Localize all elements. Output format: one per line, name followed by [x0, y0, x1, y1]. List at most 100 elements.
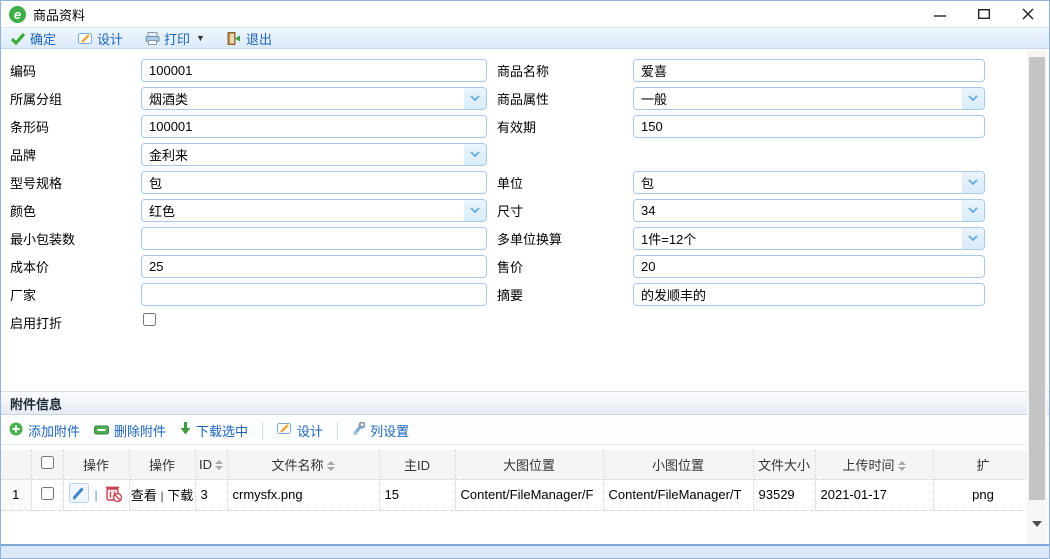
form-row: 条形码 有效期: [1, 112, 1027, 140]
field-label-enable-discount: 启用打折: [1, 313, 141, 332]
header-op1[interactable]: 操作: [63, 450, 129, 479]
brand-select[interactable]: [141, 143, 487, 166]
summary-input[interactable]: [633, 283, 985, 306]
size-select[interactable]: [633, 199, 985, 222]
product-info-window: e 商品资料 确定 设计 打印 ▼ 退出 编码: [0, 0, 1050, 559]
download-arrow-icon: [180, 422, 191, 438]
chevron-down-icon[interactable]: [962, 88, 984, 109]
column-settings-button[interactable]: 列设置: [352, 421, 409, 440]
header-row-number: [1, 450, 31, 479]
title-bar: e 商品资料: [1, 1, 1049, 27]
vertical-scrollbar[interactable]: [1027, 50, 1047, 545]
cell-file-size: 93529: [753, 479, 815, 510]
cell-small-path: Content/FileManager/T: [603, 479, 753, 510]
print-button[interactable]: 打印 ▼: [145, 29, 205, 48]
cell-id: 3: [195, 479, 227, 510]
scrollbar-thumb[interactable]: [1029, 57, 1045, 500]
download-selected-button[interactable]: 下载选中: [180, 421, 248, 440]
main-toolbar: 确定 设计 打印 ▼ 退出: [1, 27, 1049, 49]
close-button[interactable]: [1015, 3, 1041, 25]
chevron-down-icon[interactable]: [464, 200, 486, 221]
form-row: 启用打折: [1, 308, 1027, 336]
field-label-product-name: 商品名称: [487, 61, 633, 80]
cost-price-input[interactable]: [141, 255, 487, 278]
field-label-unit: 单位: [487, 173, 633, 192]
minimize-button[interactable]: [927, 3, 953, 25]
scrollbar-down-arrow[interactable]: [1027, 514, 1047, 534]
field-label-summary: 摘要: [487, 285, 633, 304]
design-pencil-icon: [277, 422, 292, 438]
min-package-input[interactable]: [141, 227, 487, 250]
wrench-icon: [352, 422, 365, 439]
form-row: 品牌: [1, 140, 1027, 168]
printer-icon: [145, 32, 160, 45]
header-op2[interactable]: 操作: [129, 450, 195, 479]
view-link[interactable]: 查看: [131, 488, 157, 503]
field-label-min-package: 最小包装数: [1, 229, 141, 248]
field-label-attribute: 商品属性: [487, 89, 633, 108]
field-label-color: 颜色: [1, 201, 141, 220]
select-all-checkbox[interactable]: [41, 456, 54, 469]
maximize-button[interactable]: [971, 3, 997, 25]
chevron-down-icon[interactable]: [962, 172, 984, 193]
exit-button[interactable]: 退出: [227, 29, 272, 48]
delete-icon[interactable]: [103, 483, 123, 506]
spec-input[interactable]: [141, 171, 487, 194]
print-dropdown-caret[interactable]: ▼: [196, 33, 205, 43]
download-link[interactable]: 下载: [167, 488, 193, 503]
edit-icon[interactable]: [69, 483, 89, 506]
window-bottom-frame: [1, 544, 1049, 558]
header-filename[interactable]: 文件名称: [227, 450, 379, 479]
add-attachment-button[interactable]: 添加附件: [9, 421, 80, 440]
header-small-path[interactable]: 小图位置: [603, 450, 753, 479]
field-label-size: 尺寸: [487, 201, 633, 220]
row-number: 1: [1, 479, 31, 510]
row-op-links: 查看 | 下载: [129, 479, 195, 510]
header-big-path[interactable]: 大图位置: [455, 450, 603, 479]
product-name-input[interactable]: [633, 59, 985, 82]
multi-unit-select[interactable]: [633, 227, 985, 250]
color-select[interactable]: [141, 199, 487, 222]
manufacturer-input[interactable]: [141, 283, 487, 306]
group-select[interactable]: [141, 87, 487, 110]
code-input[interactable]: [141, 59, 487, 82]
chevron-down-icon[interactable]: [464, 88, 486, 109]
chevron-down-icon[interactable]: [464, 144, 486, 165]
field-label-validity: 有效期: [487, 117, 633, 136]
field-label-group: 所属分组: [1, 89, 141, 108]
window-title: 商品资料: [33, 5, 85, 24]
grid-design-button[interactable]: 设计: [277, 421, 323, 440]
barcode-input[interactable]: [141, 115, 487, 138]
app-icon: e: [9, 6, 26, 23]
header-id[interactable]: ID: [195, 450, 227, 479]
sort-icon: [898, 461, 906, 471]
toolbar-separator: [337, 422, 338, 439]
toolbar-separator: [262, 422, 263, 439]
form-row: 成本价 售价: [1, 252, 1027, 280]
field-label-brand: 品牌: [1, 145, 141, 164]
field-label-barcode: 条形码: [1, 117, 141, 136]
header-file-size[interactable]: 文件大小: [753, 450, 815, 479]
row-checkbox[interactable]: [41, 487, 54, 500]
cell-filename: crmysfx.png: [227, 479, 379, 510]
enable-discount-checkbox[interactable]: [143, 313, 156, 326]
field-label-cost-price: 成本价: [1, 257, 141, 276]
delete-attachment-button[interactable]: 删除附件: [94, 421, 166, 440]
header-ext[interactable]: 扩: [933, 450, 1029, 479]
field-label-manufacturer: 厂家: [1, 285, 141, 304]
chevron-down-icon[interactable]: [962, 228, 984, 249]
header-upload-time[interactable]: 上传时间: [815, 450, 933, 479]
design-button[interactable]: 设计: [78, 29, 123, 48]
sale-price-input[interactable]: [633, 255, 985, 278]
attachment-section-header: 附件信息: [1, 391, 1049, 415]
unit-select[interactable]: [633, 171, 985, 194]
attribute-select[interactable]: [633, 87, 985, 110]
validity-input[interactable]: [633, 115, 985, 138]
chevron-down-icon[interactable]: [962, 200, 984, 221]
icon-separator: |: [94, 488, 97, 502]
field-label-code: 编码: [1, 61, 141, 80]
design-pencil-icon: [78, 32, 93, 45]
confirm-button[interactable]: 确定: [11, 29, 56, 48]
row-op-icons: |: [63, 479, 129, 510]
header-main-id[interactable]: 主ID: [379, 450, 455, 479]
